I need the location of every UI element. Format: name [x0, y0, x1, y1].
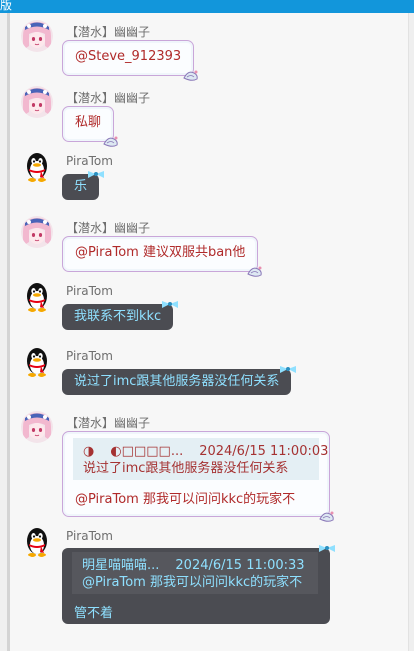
message-text: 私聊 [75, 115, 102, 130]
message-bubble[interactable]: 明星喵喵喵... 2024/6/15 11:00:33 @PiraTom 那我可以… [62, 548, 330, 624]
sender-name: PiraTom [66, 154, 113, 168]
left-divider [7, 13, 10, 651]
sender-name: PiraTom [66, 529, 113, 543]
scrollbar-track[interactable] [408, 13, 414, 651]
window-title: 版 [0, 0, 13, 12]
sender-name: PiraTom [66, 284, 113, 298]
bubble-decoration-icon [318, 542, 336, 554]
message-bubble[interactable]: 私聊 [62, 106, 114, 142]
message-text: @PiraTom 那我可以问问kkc的玩家不 [75, 492, 296, 507]
sender-name: 【潜水】幽幽子 [66, 91, 151, 105]
quote-icon: ◑ [83, 444, 95, 459]
message-text: 说过了imc跟其他服务器没任何关系 [74, 374, 280, 389]
message-text: @Steve_912393 [75, 49, 182, 64]
title-bar: 版 [0, 0, 414, 13]
avatar[interactable] [21, 281, 53, 313]
bubble-decoration-icon [279, 363, 297, 375]
avatar[interactable] [21, 411, 53, 443]
message-text: 我联系不到kkc [74, 309, 162, 324]
bubble-decoration-icon [246, 264, 264, 278]
quote-time: 2024/6/15 11:00:33 [175, 558, 305, 573]
quote-text: 说过了imc跟其他服务器没任何关系 [83, 461, 289, 476]
quoted-reply[interactable]: ◑ ◐□□□□... 2024/6/15 11:00:03 说过了imc跟其他服务器… [73, 438, 328, 480]
message-text: @PiraTom 建议双服共ban他 [75, 245, 246, 260]
quote-author: 明星喵喵喵... [82, 558, 160, 573]
message-bubble[interactable]: ◑ ◐□□□□... 2024/6/15 11:00:03 说过了imc跟其他服务器… [62, 431, 330, 517]
bubble-decoration-icon [87, 168, 105, 180]
bubble-decoration-icon [182, 68, 200, 82]
message-text: 管不着 [74, 606, 114, 621]
bubble-decoration-icon [161, 298, 179, 310]
avatar[interactable] [21, 216, 53, 248]
avatar[interactable] [21, 346, 53, 378]
message-bubble[interactable]: 乐 [62, 174, 99, 200]
sender-name: 【潜水】幽幽子 [66, 416, 151, 430]
quote-author: ◐□□□□... [110, 444, 184, 459]
message-bubble[interactable]: 我联系不到kkc [62, 304, 173, 330]
avatar[interactable] [21, 526, 53, 558]
sender-name: 【潜水】幽幽子 [66, 25, 151, 39]
message-text: 乐 [74, 179, 88, 194]
sender-name: PiraTom [66, 349, 113, 363]
message-bubble[interactable]: 说过了imc跟其他服务器没任何关系 [62, 369, 291, 395]
bubble-decoration-icon [318, 509, 336, 523]
avatar[interactable] [21, 20, 53, 52]
quoted-reply[interactable]: 明星喵喵喵... 2024/6/15 11:00:33 @PiraTom 那我可以… [72, 552, 318, 594]
message-bubble[interactable]: @PiraTom 建议双服共ban他 [62, 236, 258, 272]
bubble-decoration-icon [102, 134, 120, 148]
avatar[interactable] [21, 151, 53, 183]
avatar[interactable] [21, 86, 53, 118]
sender-name: 【潜水】幽幽子 [66, 221, 151, 235]
quote-time: 2024/6/15 11:00:03 [199, 444, 329, 459]
quote-text: @PiraTom 那我可以问问kkc的玩家不 [82, 575, 303, 590]
message-bubble[interactable]: @Steve_912393 [62, 40, 194, 76]
